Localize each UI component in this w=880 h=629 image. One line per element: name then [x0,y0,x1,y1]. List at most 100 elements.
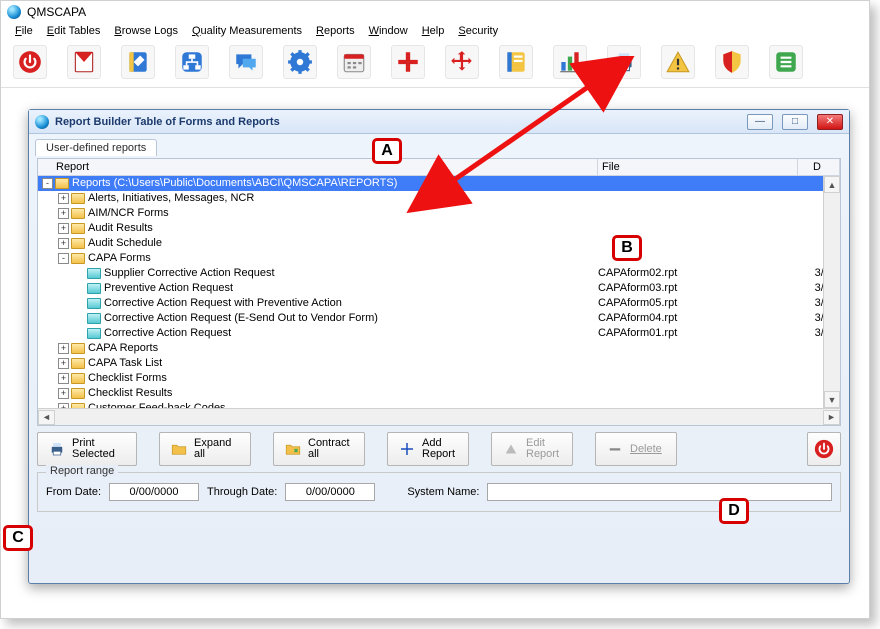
through-date-input[interactable] [285,483,375,501]
menu-quality[interactable]: Quality Measurements [192,25,302,37]
tree-row[interactable]: +CAPA Reports [38,341,840,356]
printer-icon[interactable] [607,45,641,79]
tree-row[interactable]: +CAPA Task List [38,356,840,371]
menu-browse-logs[interactable]: Browse Logs [114,25,178,37]
menu-edit-tables[interactable]: Edit Tables [47,25,101,37]
minimize-button[interactable]: — [747,114,773,130]
expand-icon[interactable]: + [58,223,69,234]
menu-help[interactable]: Help [422,25,445,37]
close-button[interactable]: ✕ [817,114,843,130]
tree-label: Corrective Action Request with Preventiv… [104,296,342,311]
from-date-input[interactable] [109,483,199,501]
tree-row[interactable]: +Checklist Forms [38,371,840,386]
tree-row[interactable]: Corrective Action RequestCAPAform01.rpt3… [38,326,840,341]
tree-label: Corrective Action Request (E-Send Out to… [104,311,378,326]
maximize-button[interactable]: □ [782,114,808,130]
expand-label2: all [194,449,231,460]
warning-icon[interactable] [661,45,695,79]
folder-refresh-icon [284,440,302,458]
app-icon [7,5,21,19]
expand-icon[interactable]: + [58,388,69,399]
book-icon[interactable] [499,45,533,79]
tree-row[interactable]: +Audit Schedule [38,236,840,251]
tree-label: Alerts, Initiatives, Messages, NCR [88,191,254,206]
callout-b: B [612,235,642,261]
tree-row[interactable]: - Reports (C:\Users\Public\Documents\ABCI… [38,176,840,191]
col-report[interactable]: Report [38,159,598,175]
folder-open-icon [170,440,188,458]
menu-window[interactable]: Window [369,25,408,37]
tree-row[interactable]: Preventive Action RequestCAPAform03.rpt3… [38,281,840,296]
scroll-left-icon[interactable]: ◄ [38,410,55,425]
tree-row[interactable]: Corrective Action Request (E-Send Out to… [38,311,840,326]
tree-label: Supplier Corrective Action Request [104,266,275,281]
plus-icon [398,440,416,458]
main-toolbar [1,41,869,88]
report-range-legend: Report range [46,465,118,477]
add-label2: Report [422,449,455,460]
calendar-icon[interactable] [337,45,371,79]
expand-icon[interactable]: + [58,373,69,384]
chat-icon[interactable] [229,45,263,79]
system-name-input[interactable] [487,483,832,501]
tree-spacer [74,268,85,279]
chart-icon[interactable] [553,45,587,79]
col-d[interactable]: D [798,159,840,175]
through-date-label: Through Date: [207,486,277,498]
tree-row[interactable]: Corrective Action Request with Preventiv… [38,296,840,311]
col-file[interactable]: File [598,159,798,175]
scroll-up-icon[interactable]: ▲ [824,176,840,193]
folder-icon [71,358,85,369]
collapse-icon[interactable]: - [58,253,69,264]
tree-row[interactable]: + Alerts, Initiatives, Messages, NCR [38,191,840,206]
plus-icon[interactable] [391,45,425,79]
close-panel-button[interactable] [807,432,841,466]
menu-reports[interactable]: Reports [316,25,355,37]
report-tree: Report File D - Reports (C:\Users\Public\… [37,158,841,426]
menubar: File Edit Tables Browse Logs Quality Mea… [1,23,869,41]
scroll-right-icon[interactable]: ► [823,410,840,425]
print-label2: Selected [72,449,115,460]
vertical-scrollbar[interactable]: ▲ ▼ [823,176,840,408]
tree-label: Audit Results [88,221,153,236]
expand-icon[interactable]: + [58,358,69,369]
power-icon[interactable] [13,45,47,79]
move-icon[interactable] [445,45,479,79]
expand-all-button[interactable]: Expandall [159,432,251,466]
tree-header: Report File D [38,159,840,176]
shield-icon[interactable] [715,45,749,79]
edit-report-button[interactable]: EditReport [491,432,573,466]
gear-icon[interactable] [283,45,317,79]
note-icon[interactable] [121,45,155,79]
expand-icon[interactable]: + [58,208,69,219]
tree-row[interactable]: +Checklist Results [38,386,840,401]
folder-icon [71,253,85,264]
tab-user-defined[interactable]: User-defined reports [35,139,157,156]
tree-row[interactable]: -CAPA Forms [38,251,840,266]
edit-label2: Report [526,449,559,460]
expand-icon[interactable]: + [58,343,69,354]
scroll-down-icon[interactable]: ▼ [824,391,840,408]
menu-file[interactable]: File [15,25,33,37]
org-icon[interactable] [175,45,209,79]
button-bar: PrintSelected Expandall Contractall AddR… [37,432,841,466]
delete-button[interactable]: Delete [595,432,677,466]
tree-row[interactable]: + Audit Results [38,221,840,236]
contract-all-button[interactable]: Contractall [273,432,365,466]
callout-c: C [3,525,33,551]
report-icon [87,283,101,294]
menu-security[interactable]: Security [458,25,498,37]
add-report-button[interactable]: AddReport [387,432,469,466]
list-icon[interactable] [769,45,803,79]
print-selected-button[interactable]: PrintSelected [37,432,137,466]
tree-row[interactable]: Supplier Corrective Action RequestCAPAfo… [38,266,840,281]
collapse-icon[interactable]: - [42,178,53,189]
tree-body[interactable]: - Reports (C:\Users\Public\Documents\ABCI… [38,176,840,425]
folder-icon [71,343,85,354]
horizontal-scrollbar[interactable]: ◄ ► [38,408,840,425]
pdf-icon[interactable] [67,45,101,79]
expand-icon[interactable]: + [58,193,69,204]
tree-label: Reports (C:\Users\Public\Documents\ABCI\… [72,176,397,191]
tree-row[interactable]: +AIM/NCR Forms [38,206,840,221]
expand-icon[interactable]: + [58,238,69,249]
